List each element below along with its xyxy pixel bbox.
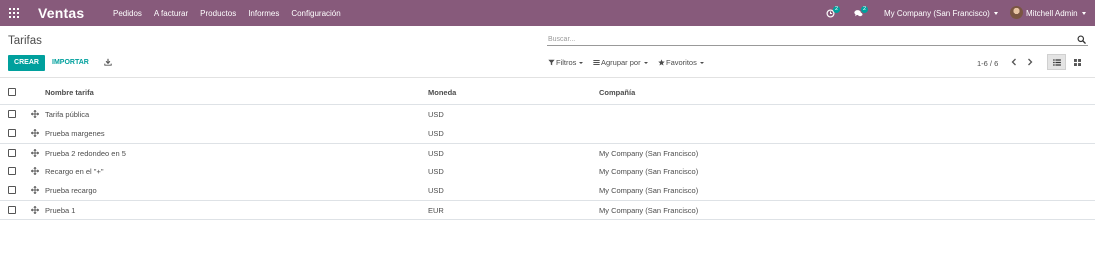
move-handle-icon[interactable]	[31, 206, 39, 214]
search-icon[interactable]	[1077, 35, 1086, 44]
control-panel-divider	[0, 77, 1095, 78]
move-handle-icon[interactable]	[31, 186, 39, 194]
table-row[interactable]: Tarifa pública USD	[0, 105, 1095, 124]
row-name: Prueba recargo	[45, 186, 97, 195]
column-header-company[interactable]: Compañía	[599, 88, 635, 97]
apps-grid-icon[interactable]	[9, 8, 19, 18]
move-handle-icon[interactable]	[31, 110, 39, 118]
filter-icon	[548, 59, 555, 66]
row-name: Prueba 1	[45, 206, 76, 215]
list-view-icon	[1052, 58, 1061, 66]
chevron-down-icon	[1081, 12, 1086, 16]
user-name: Mitchell Admin	[1026, 9, 1078, 18]
avatar[interactable]	[1010, 6, 1023, 19]
chevron-down-icon	[643, 61, 648, 64]
menu-item-configuracion[interactable]: Configuración	[291, 9, 340, 18]
chevron-right-icon[interactable]	[1025, 57, 1035, 67]
chevron-down-icon	[699, 61, 704, 64]
filters-label: Filtros	[556, 58, 577, 67]
column-header-currency[interactable]: Moneda	[428, 88, 456, 97]
row-name: Tarifa pública	[45, 110, 90, 119]
top-navbar: Ventas Pedidos A facturar Productos Info…	[0, 0, 1095, 26]
menu-item-productos[interactable]: Productos	[200, 9, 236, 18]
row-name: Prueba margenes	[45, 129, 105, 138]
favorites-dropdown[interactable]: Favoritos	[658, 58, 704, 67]
menu-item-a-facturar[interactable]: A facturar	[154, 9, 188, 18]
row-checkbox[interactable]	[8, 110, 16, 118]
kanban-view-button[interactable]	[1068, 54, 1087, 70]
row-checkbox[interactable]	[8, 129, 16, 137]
download-icon[interactable]	[104, 58, 112, 66]
groupby-dropdown[interactable]: Agrupar por	[593, 58, 648, 67]
menu-item-pedidos[interactable]: Pedidos	[113, 9, 142, 18]
list-view-button[interactable]	[1047, 54, 1066, 70]
menu-item-informes[interactable]: Informes	[248, 9, 279, 18]
table-row[interactable]: Prueba 1 EUR My Company (San Francisco)	[0, 200, 1095, 219]
row-checkbox[interactable]	[8, 167, 16, 175]
page-title: Tarifas	[8, 35, 42, 47]
main-menu: Pedidos A facturar Productos Informes Co…	[113, 9, 353, 18]
row-currency: EUR	[428, 206, 444, 215]
pager-value[interactable]: 1-6 / 6	[977, 59, 998, 68]
table-row[interactable]: Recargo en el "+" USD My Company (San Fr…	[0, 162, 1095, 181]
filters-dropdown[interactable]: Filtros	[548, 58, 584, 67]
kanban-view-icon	[1074, 58, 1081, 66]
move-handle-icon[interactable]	[31, 149, 39, 157]
create-button[interactable]: CREAR	[8, 55, 45, 71]
import-button[interactable]: IMPORTAR	[52, 59, 89, 66]
row-checkbox[interactable]	[8, 186, 16, 194]
table-row[interactable]: Prueba 2 redondeo en 5 USD My Company (S…	[0, 143, 1095, 162]
activity-button[interactable]: 2	[826, 6, 841, 20]
column-header-name[interactable]: Nombre tarifa	[45, 88, 94, 97]
row-currency: USD	[428, 186, 444, 195]
user-menu[interactable]: Mitchell Admin	[1026, 9, 1086, 18]
pricelist-table: Nombre tarifa Moneda Compañía Tarifa púb…	[0, 82, 1095, 220]
row-checkbox[interactable]	[8, 206, 16, 214]
row-company: My Company (San Francisco)	[599, 149, 699, 158]
company-switcher[interactable]: My Company (San Francisco)	[884, 9, 998, 18]
search-bar	[547, 33, 1088, 46]
messages-button[interactable]: 2	[854, 6, 869, 20]
chevron-down-icon	[579, 61, 584, 64]
company-name: My Company (San Francisco)	[884, 9, 990, 18]
move-handle-icon[interactable]	[31, 129, 39, 137]
row-company: My Company (San Francisco)	[599, 167, 699, 176]
row-company: My Company (San Francisco)	[599, 206, 699, 215]
chevron-left-icon[interactable]	[1009, 57, 1019, 67]
activity-count-badge: 2	[833, 6, 841, 13]
table-row[interactable]: Prueba margenes USD	[0, 124, 1095, 143]
row-currency: USD	[428, 167, 444, 176]
favorites-label: Favoritos	[666, 58, 697, 67]
move-handle-icon[interactable]	[31, 167, 39, 175]
row-currency: USD	[428, 129, 444, 138]
row-name: Recargo en el "+"	[45, 167, 104, 176]
table-header: Nombre tarifa Moneda Compañía	[0, 82, 1095, 105]
groupby-label: Agrupar por	[601, 58, 641, 67]
star-icon	[658, 59, 665, 66]
search-input[interactable]	[547, 33, 1067, 45]
chevron-down-icon	[993, 12, 998, 16]
groupby-icon	[593, 60, 600, 65]
app-brand[interactable]: Ventas	[38, 5, 84, 21]
row-currency: USD	[428, 149, 444, 158]
messages-count-badge: 2	[861, 6, 869, 13]
row-name: Prueba 2 redondeo en 5	[45, 149, 126, 158]
row-checkbox[interactable]	[8, 149, 16, 157]
table-bottom-border	[0, 219, 1095, 220]
row-company: My Company (San Francisco)	[599, 186, 699, 195]
row-currency: USD	[428, 110, 444, 119]
table-row[interactable]: Prueba recargo USD My Company (San Franc…	[0, 181, 1095, 200]
select-all-checkbox[interactable]	[8, 88, 16, 96]
